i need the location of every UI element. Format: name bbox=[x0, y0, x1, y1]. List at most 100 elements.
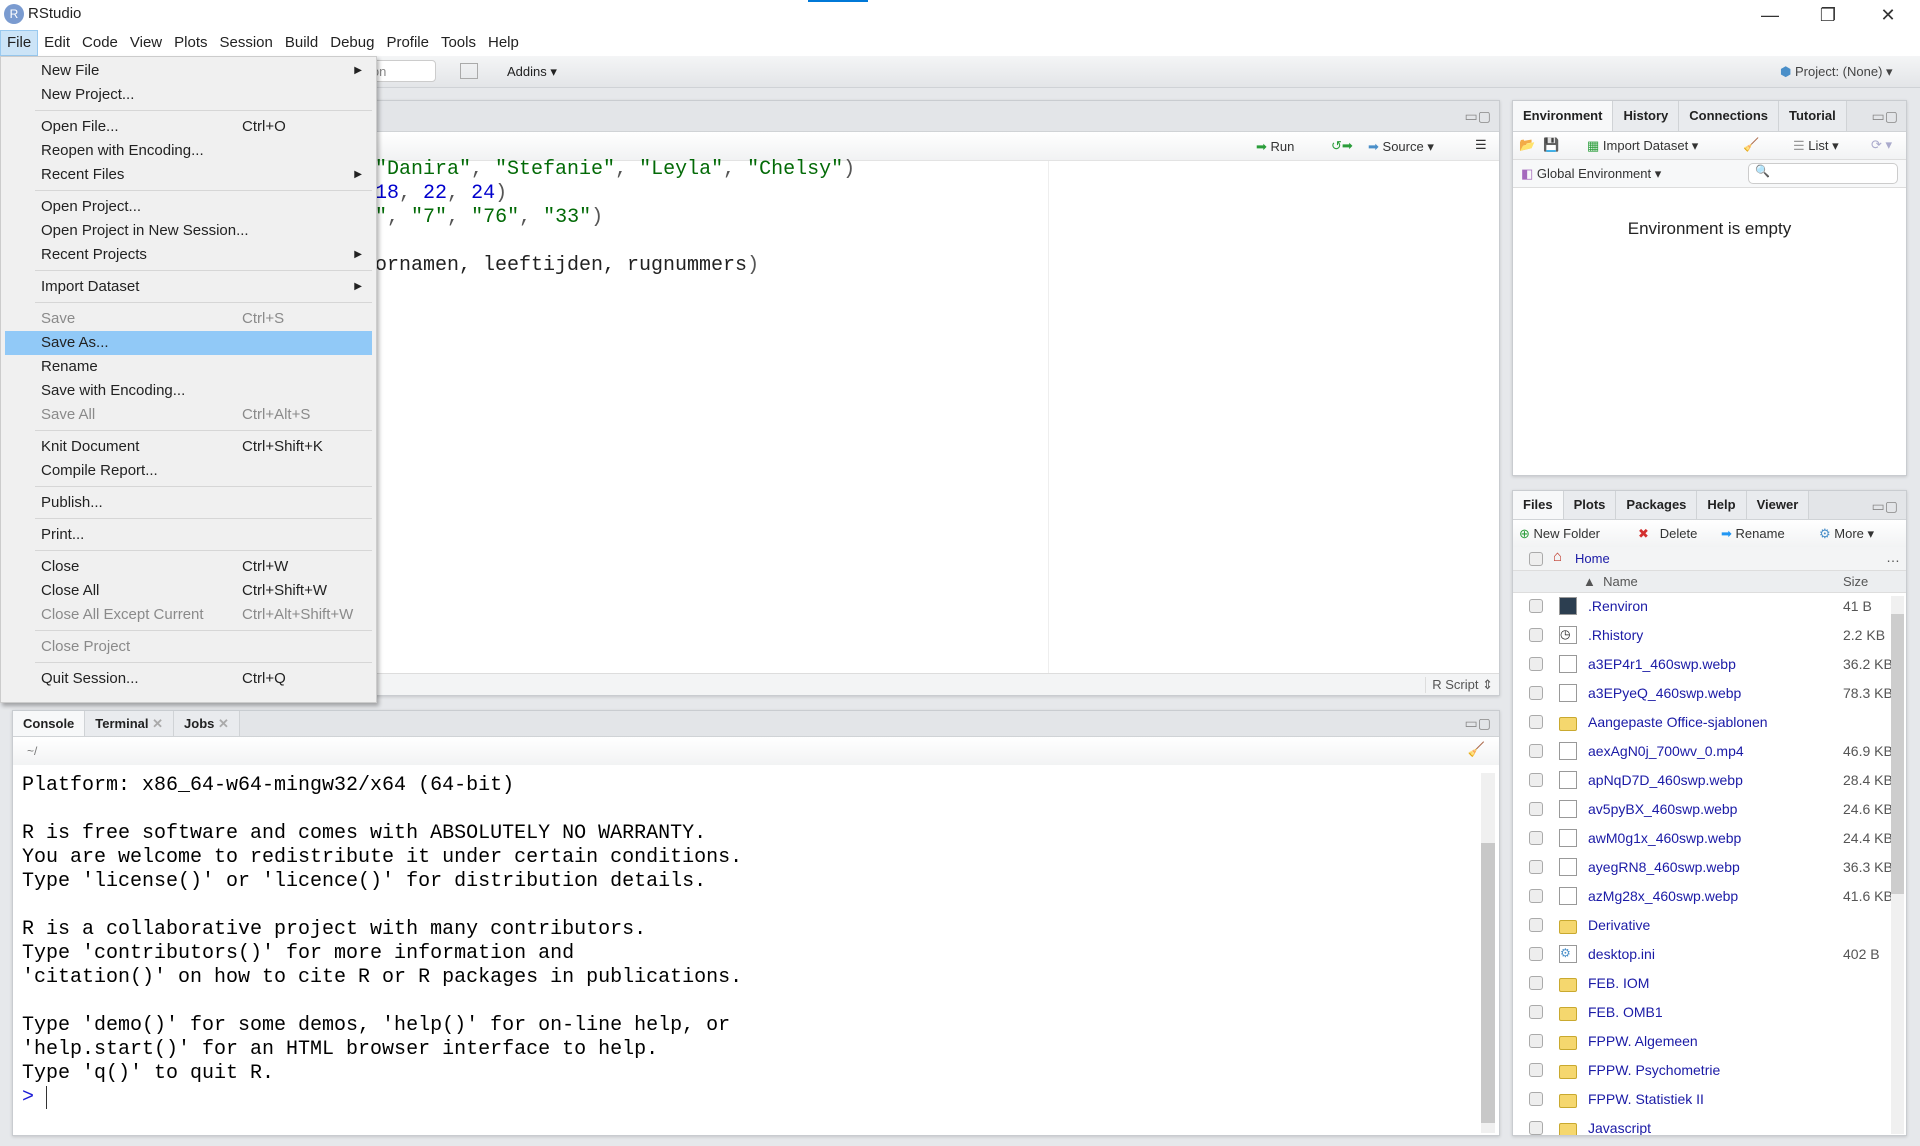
environment-scope-selector[interactable]: ◧ Global Environment ▾ bbox=[1521, 166, 1661, 182]
file-name-link[interactable]: Aangepaste Office-sjablonen bbox=[1588, 714, 1768, 730]
menu-item-open-file[interactable]: Open File... Ctrl+O bbox=[5, 115, 372, 139]
tab-packages[interactable]: Packages bbox=[1616, 491, 1698, 519]
file-name-link[interactable]: azMg28x_460swp.webp bbox=[1588, 888, 1738, 904]
menu-session[interactable]: Session bbox=[214, 31, 279, 57]
file-row[interactable]: .Renviron 41 B bbox=[1513, 593, 1906, 622]
file-checkbox[interactable] bbox=[1529, 860, 1543, 874]
menu-help[interactable]: Help bbox=[482, 31, 525, 57]
menu-item-recent-projects[interactable]: Recent Projects ▶ bbox=[5, 243, 372, 267]
tab-viewer[interactable]: Viewer bbox=[1746, 491, 1810, 519]
file-checkbox[interactable] bbox=[1529, 1121, 1543, 1135]
addins-button[interactable]: Addins ▾ bbox=[507, 64, 557, 80]
new-folder-button[interactable]: ⊕ New Folder bbox=[1519, 526, 1600, 542]
outline-icon[interactable]: ☰ bbox=[1475, 137, 1487, 153]
file-checkbox[interactable] bbox=[1529, 1034, 1543, 1048]
file-checkbox[interactable] bbox=[1529, 715, 1543, 729]
file-checkbox[interactable] bbox=[1529, 744, 1543, 758]
menu-file[interactable]: File bbox=[0, 30, 39, 56]
menu-item-open-project[interactable]: Open Project... bbox=[5, 195, 372, 219]
file-name-link[interactable]: ayegRN8_460swp.webp bbox=[1588, 859, 1740, 875]
menu-item-new-project[interactable]: New Project... bbox=[5, 83, 372, 107]
minimize-maximize-icon[interactable]: ▭▢ bbox=[1465, 108, 1491, 125]
menu-item-knit-document[interactable]: Knit Document Ctrl+Shift+K bbox=[5, 435, 372, 459]
column-header-name[interactable]: ▲ Name bbox=[1583, 574, 1638, 589]
file-name-link[interactable]: av5pyBX_460swp.webp bbox=[1588, 801, 1737, 817]
menu-item-reopen-with-encoding[interactable]: Reopen with Encoding... bbox=[5, 139, 372, 163]
rename-button[interactable]: ➡ Rename bbox=[1721, 526, 1785, 542]
file-row[interactable]: a3EP4r1_460swp.webp 36.2 KB bbox=[1513, 651, 1906, 680]
run-button[interactable]: ➡ Run bbox=[1256, 139, 1294, 155]
file-row[interactable]: azMg28x_460swp.webp 41.6 KB bbox=[1513, 883, 1906, 912]
menu-code[interactable]: Code bbox=[76, 31, 124, 57]
file-row[interactable]: FEB. OMB1 bbox=[1513, 999, 1906, 1028]
close-terminal-icon[interactable]: ✕ bbox=[152, 716, 163, 731]
load-workspace-icon[interactable]: 📂 bbox=[1519, 137, 1535, 153]
save-workspace-icon[interactable]: 💾 bbox=[1543, 137, 1559, 153]
file-checkbox[interactable] bbox=[1529, 831, 1543, 845]
file-name-link[interactable]: Javascript bbox=[1588, 1120, 1651, 1135]
files-scrollbar[interactable] bbox=[1891, 596, 1904, 1134]
file-row[interactable]: aexAgN0j_700wv_0.mp4 46.9 KB bbox=[1513, 738, 1906, 767]
menu-item-print[interactable]: Print... bbox=[5, 523, 372, 547]
menu-profile[interactable]: Profile bbox=[380, 31, 435, 57]
tab-help[interactable]: Help bbox=[1697, 491, 1747, 519]
menu-item-close-all[interactable]: Close All Ctrl+Shift+W bbox=[5, 579, 372, 603]
file-checkbox[interactable] bbox=[1529, 1063, 1543, 1077]
file-row[interactable]: ◷ .Rhistory 2.2 KB bbox=[1513, 622, 1906, 651]
file-row[interactable]: FPPW. Psychometrie bbox=[1513, 1057, 1906, 1086]
file-name-link[interactable]: desktop.ini bbox=[1588, 946, 1655, 962]
file-checkbox[interactable] bbox=[1529, 628, 1543, 642]
menu-item-open-project-in-new-session[interactable]: Open Project in New Session... bbox=[5, 219, 372, 243]
menu-item-import-dataset[interactable]: Import Dataset ▶ bbox=[5, 275, 372, 299]
column-header-size[interactable]: Size bbox=[1843, 574, 1868, 589]
file-checkbox[interactable] bbox=[1529, 599, 1543, 613]
menu-item-close-all-except-current[interactable]: Close All Except Current Ctrl+Alt+Shift+W bbox=[5, 603, 372, 627]
menu-item-publish[interactable]: Publish... bbox=[5, 491, 372, 515]
environment-search-input[interactable]: 🔍 bbox=[1748, 163, 1898, 184]
tab-tutorial[interactable]: Tutorial bbox=[1779, 101, 1847, 131]
select-all-checkbox[interactable] bbox=[1529, 552, 1543, 566]
file-name-link[interactable]: a3EPyeQ_460swp.webp bbox=[1588, 685, 1741, 701]
minimize-icon[interactable]: — bbox=[1750, 2, 1790, 28]
menu-edit[interactable]: Edit bbox=[38, 31, 76, 57]
file-checkbox[interactable] bbox=[1529, 657, 1543, 671]
project-menu[interactable]: ⬢ Project: (None) ▾ bbox=[1780, 64, 1893, 80]
file-checkbox[interactable] bbox=[1529, 889, 1543, 903]
menu-item-rename[interactable]: Rename bbox=[5, 355, 372, 379]
breadcrumb-home[interactable]: Home bbox=[1575, 551, 1610, 566]
file-name-link[interactable]: awM0g1x_460swp.webp bbox=[1588, 830, 1741, 846]
menu-view[interactable]: View bbox=[124, 31, 168, 57]
tab-history[interactable]: History bbox=[1613, 101, 1680, 131]
list-view-button[interactable]: ☰ List ▾ bbox=[1793, 138, 1839, 154]
rerun-icon[interactable]: ↺➡ bbox=[1331, 138, 1353, 154]
minimize-maximize-icon[interactable]: ▭▢ bbox=[1872, 498, 1898, 515]
file-name-link[interactable]: .Rhistory bbox=[1588, 627, 1643, 643]
file-row[interactable]: FEB. IOM bbox=[1513, 970, 1906, 999]
tab-plots[interactable]: Plots bbox=[1563, 491, 1617, 519]
go-to-directory-button[interactable]: … bbox=[1886, 549, 1900, 565]
file-name-link[interactable]: apNqD7D_460swp.webp bbox=[1588, 772, 1743, 788]
file-name-link[interactable]: FPPW. Statistiek II bbox=[1588, 1091, 1704, 1107]
refresh-icon[interactable]: ⟳ ▾ bbox=[1871, 137, 1892, 153]
menu-build[interactable]: Build bbox=[279, 31, 324, 57]
tab-files[interactable]: Files bbox=[1513, 491, 1564, 519]
delete-button[interactable]: ✖ Delete bbox=[1638, 526, 1697, 542]
menu-item-close-project[interactable]: Close Project bbox=[5, 635, 372, 659]
console-input[interactable]: > bbox=[22, 1086, 60, 1110]
console-scrollbar[interactable] bbox=[1481, 773, 1495, 1133]
file-type-selector[interactable]: R Script ⇕ bbox=[1425, 677, 1493, 693]
clear-workspace-broom-icon[interactable]: 🧹 bbox=[1743, 137, 1759, 153]
menu-item-recent-files[interactable]: Recent Files ▶ bbox=[5, 163, 372, 187]
file-row[interactable]: Derivative bbox=[1513, 912, 1906, 941]
file-row[interactable]: Aangepaste Office-sjablonen bbox=[1513, 709, 1906, 738]
file-name-link[interactable]: FEB. OMB1 bbox=[1588, 1004, 1663, 1020]
menu-item-new-file[interactable]: New File ▶ bbox=[5, 59, 372, 83]
close-icon[interactable]: ✕ bbox=[1868, 2, 1908, 28]
file-checkbox[interactable] bbox=[1529, 802, 1543, 816]
file-row[interactable]: ayegRN8_460swp.webp 36.3 KB bbox=[1513, 854, 1906, 883]
file-row[interactable]: av5pyBX_460swp.webp 24.6 KB bbox=[1513, 796, 1906, 825]
menu-debug[interactable]: Debug bbox=[324, 31, 380, 57]
file-row[interactable]: a3EPyeQ_460swp.webp 78.3 KB bbox=[1513, 680, 1906, 709]
file-row[interactable]: FPPW. Statistiek II bbox=[1513, 1086, 1906, 1115]
import-dataset-button[interactable]: ▦ Import Dataset ▾ bbox=[1587, 138, 1698, 154]
